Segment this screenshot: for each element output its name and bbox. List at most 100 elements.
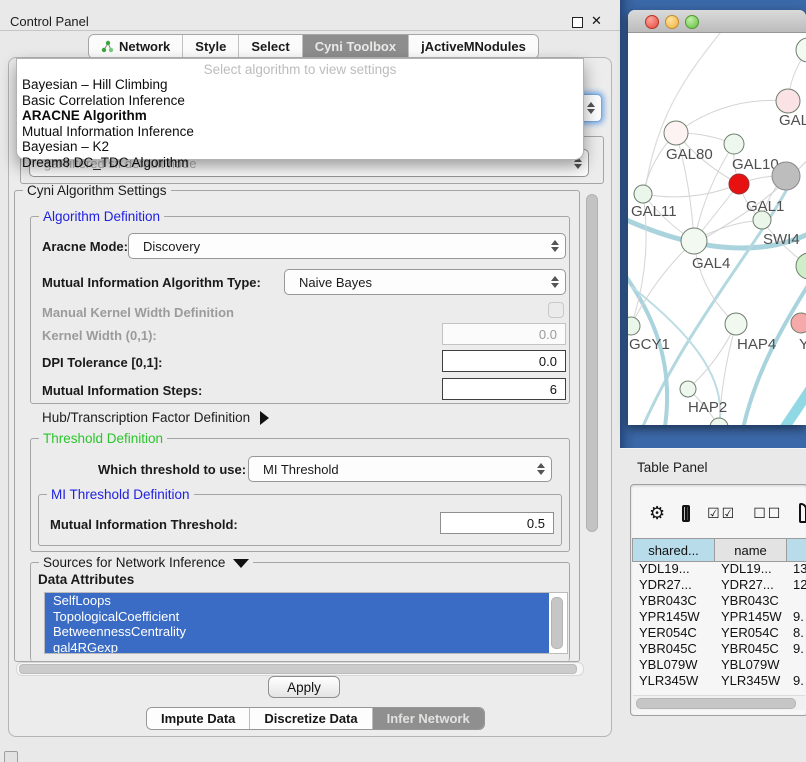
column-header[interactable]: A (787, 539, 806, 562)
split-view-icon[interactable] (682, 505, 690, 522)
tab-jactivemnodules[interactable]: jActiveMNodules (409, 35, 538, 58)
data-attributes-label: Data Attributes (38, 572, 134, 587)
network-node-label: GCY1 (629, 336, 670, 353)
new-column-icon[interactable] (799, 503, 806, 523)
float-window-icon[interactable] (572, 17, 583, 28)
tab-network[interactable]: Network (89, 35, 183, 58)
algorithm-option[interactable]: Mutual Information Inference (17, 124, 583, 140)
network-graph-canvas[interactable]: GALGAL80GAL10GAL1GAL11SWI4GAL4GCY1HAP4YH… (628, 33, 806, 425)
deselect-all-icon[interactable]: ☐☐ (753, 504, 782, 522)
which-threshold-combo[interactable]: MI Threshold (248, 456, 552, 482)
network-icon (101, 40, 114, 53)
settings-scrollbar-thumb[interactable] (586, 194, 598, 532)
network-node-hap4[interactable] (725, 313, 747, 335)
table-cell: 9. (786, 672, 806, 688)
data-attribute-item[interactable]: SelfLoops (45, 593, 549, 609)
algorithm-option[interactable]: Dream8 DC_TDC Algorithm (17, 155, 583, 171)
tab-select[interactable]: Select (239, 35, 302, 58)
algorithm-option[interactable]: Bayesian – K2 (17, 139, 583, 155)
data-attribute-item[interactable]: gal4RGexp (45, 640, 549, 655)
table-cell: 12 (786, 576, 806, 592)
minimize-traffic-light-icon[interactable] (665, 15, 679, 29)
manual-kernel-width-label: Manual Kernel Width Definition (42, 305, 234, 320)
which-threshold-label: Which threshold to use: (98, 462, 246, 477)
algorithm-option[interactable]: Basic Correlation Inference (17, 93, 583, 109)
table-cell (786, 656, 806, 672)
table-row[interactable]: YDL19...YDL19...13 (632, 560, 806, 576)
table-row[interactable]: YER054CYER054C8. (632, 624, 806, 640)
select-all-icon[interactable]: ☑☑ (707, 504, 736, 522)
tab-impute-data[interactable]: Impute Data (147, 708, 250, 729)
zoom-traffic-light-icon[interactable] (685, 15, 699, 29)
aracne-mode-label: Aracne Mode: (42, 239, 128, 254)
dpi-tolerance-field[interactable]: 0.0 (442, 350, 566, 372)
combo-arrows-icon (545, 240, 565, 252)
data-attributes-list[interactable]: SelfLoopsTopologicalCoefficientBetweenne… (44, 592, 568, 654)
aracne-mode-combo[interactable]: Discovery (128, 233, 566, 259)
data-attribute-item[interactable]: TopologicalCoefficient (45, 609, 549, 625)
table-hscrollbar[interactable] (633, 695, 805, 710)
algorithm-option[interactable]: ARACNE Algorithm (17, 108, 583, 124)
network-node-green-cut[interactable] (796, 253, 806, 279)
algorithm-option[interactable]: Bayesian – Hill Climbing (17, 77, 583, 93)
column-header[interactable]: shared... (633, 539, 715, 562)
table-row[interactable]: YLR345WYLR345W9. (632, 672, 806, 688)
tab-infer-network[interactable]: Infer Network (373, 708, 484, 729)
settings-scrollbar[interactable] (584, 190, 598, 662)
network-node-gal-pink[interactable] (776, 89, 800, 113)
table-row[interactable]: YBR045CYBR045C9. (632, 640, 806, 656)
table-cell (786, 592, 806, 608)
gear-icon[interactable]: ⚙ (649, 504, 665, 522)
table-cell: YDL19... (632, 560, 714, 576)
table-row[interactable]: YPR145WYPR145W9. (632, 608, 806, 624)
tab-cyni-toolbox[interactable]: Cyni Toolbox (303, 35, 409, 58)
close-icon[interactable]: ✕ (591, 13, 602, 29)
table-hscrollbar-thumb[interactable] (636, 698, 796, 709)
network-node-hap2[interactable] (680, 381, 696, 397)
network-window-titlebar[interactable] (628, 10, 806, 33)
data-attribute-item[interactable]: BetweennessCentrality (45, 624, 549, 640)
table-panel-title: Table Panel (637, 460, 708, 475)
network-node-gal11[interactable] (634, 185, 652, 203)
close-traffic-light-icon[interactable] (645, 15, 659, 29)
manual-kernel-width-checkbox[interactable] (548, 302, 564, 318)
hub-definition-expander[interactable]: Hub/Transcription Factor Definition (42, 410, 269, 425)
network-node-gal80[interactable] (664, 121, 688, 145)
tab-style[interactable]: Style (183, 35, 239, 58)
network-node-label: GAL80 (666, 146, 713, 163)
network-node-gcy1[interactable] (628, 317, 640, 335)
network-node-n-top-cut[interactable] (796, 38, 806, 62)
mi-steps-field[interactable]: 6 (442, 378, 566, 400)
network-node-n-bottom-cut[interactable] (710, 418, 728, 425)
control-panel-titlebar: Control Panel ✕ (0, 4, 620, 31)
network-edge (688, 324, 736, 389)
network-node-gal10[interactable] (724, 134, 744, 154)
mi-threshold-field[interactable]: 0.5 (440, 512, 554, 534)
table-row[interactable]: YBR043CYBR043C (632, 592, 806, 608)
sources-title[interactable]: Sources for Network Inference (39, 555, 253, 570)
settings-hscrollbar-thumb[interactable] (19, 664, 577, 674)
network-node-swi4[interactable] (753, 211, 771, 229)
apply-button[interactable]: Apply (268, 676, 340, 698)
mi-algorithm-type-label: Mutual Information Algorithm Type: (42, 275, 261, 290)
mi-algorithm-type-combo[interactable]: Naive Bayes (284, 269, 566, 295)
tab-label: Network (119, 39, 170, 54)
table-cell: YBR043C (714, 592, 786, 608)
network-node-gal4[interactable] (681, 228, 707, 254)
list-scrollbar-thumb[interactable] (551, 597, 563, 649)
cyni-algorithm-settings-title: Cyni Algorithm Settings (23, 183, 171, 198)
network-node-gal1[interactable] (729, 174, 749, 194)
table-cell: YER054C (714, 624, 786, 640)
table-row[interactable]: YBL079WYBL079W (632, 656, 806, 672)
settings-hscrollbar[interactable] (16, 662, 584, 676)
table-row[interactable]: YIL052CYIL052C9. (632, 688, 806, 690)
kernel-width-field[interactable]: 0.0 (442, 323, 566, 345)
control-panel-tabs: Network StyleSelectCyni ToolboxjActiveMNo… (88, 34, 539, 59)
combo-arrows-icon (581, 102, 601, 114)
tab-discretize-data[interactable]: Discretize Data (250, 708, 372, 729)
table-row[interactable]: YDR27...YDR27...12 (632, 576, 806, 592)
network-node-gray-node[interactable] (772, 162, 800, 190)
network-node-salmon-cut[interactable] (791, 313, 806, 333)
minimized-panel-chip[interactable] (4, 751, 18, 762)
column-header[interactable]: name (715, 539, 787, 562)
